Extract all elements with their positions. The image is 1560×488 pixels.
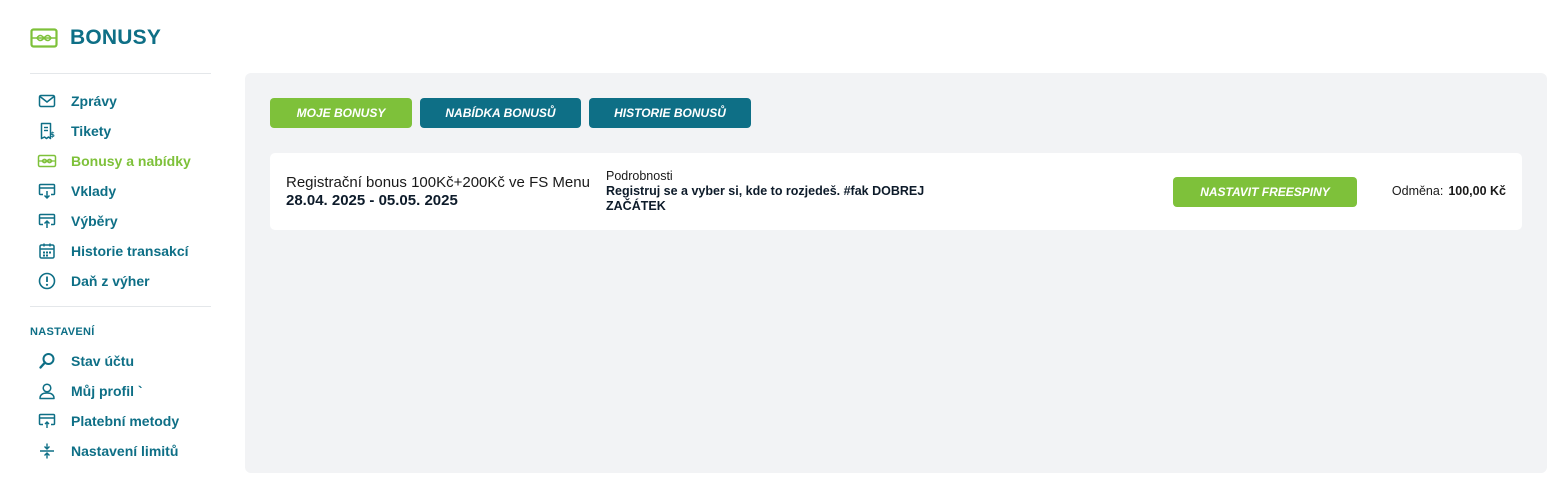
sidebar-item-tickets[interactable]: $ Tikety [30,116,211,146]
set-freespins-button[interactable]: NASTAVIT FREESPINY [1173,177,1357,207]
bonus-name: Registrační bonus 100Kč+200Kč ve FS Menu [286,174,590,191]
sidebar-item-label: Daň z výher [71,273,150,289]
ticket-bow-icon [30,28,58,48]
sidebar-item-profile[interactable]: Můj profil ` [30,376,211,406]
deposit-icon [37,181,57,201]
tab-bonus-offer[interactable]: NABÍDKA BONUSŮ [420,98,581,128]
bonus-card: Registrační bonus 100Kč+200Kč ve FS Menu… [270,153,1522,230]
sidebar-item-label: Historie transakcí [71,243,189,259]
sidebar-item-transaction-history[interactable]: Historie transakcí [30,236,211,266]
sidebar-item-label: Stav účtu [71,353,135,369]
page-title: BONUSY [70,26,162,49]
svg-text:$: $ [50,131,55,139]
page-header: BONUSY [30,26,161,50]
reward-label: Odměna: [1391,184,1444,198]
sidebar-item-label: Zprávy [71,93,117,109]
card-icon [37,411,57,431]
tab-my-bonuses[interactable]: MOJE BONUSY [270,98,412,128]
reward: Odměna: 100,00 Kč [1392,184,1506,198]
details-label: Podrobnosti [606,169,673,183]
ticket-bow-icon [37,151,57,171]
reward-value: 100,00 Kč [1448,184,1506,198]
sidebar-item-label: Nastavení limitů [71,443,179,459]
exclamation-circle-icon [37,271,57,291]
sidebar-nav: Zprávy $ Tikety Bonusy a nabídky Vklady … [30,74,211,306]
sidebar-item-label: Můj profil ` [71,383,143,399]
sidebar-item-bonuses[interactable]: Bonusy a nabídky [30,146,211,176]
sidebar-item-withdrawals[interactable]: Výběry [30,206,211,236]
bonus-dates: 28.04. 2025 - 05.05. 2025 [286,192,458,209]
sidebar-item-label: Vklady [71,183,117,199]
sidebar: Zprávy $ Tikety Bonusy a nabídky Vklady … [30,73,211,466]
user-icon [37,381,57,401]
sidebar-item-limits[interactable]: Nastavení limitů [30,436,211,466]
sidebar-item-account-status[interactable]: Stav účtu [30,346,211,376]
bonus-tabs: MOJE BONUSY NABÍDKA BONUSŮ HISTORIE BONU… [270,98,751,128]
sidebar-item-label: Tikety [71,123,112,139]
sidebar-item-label: Výběry [71,213,118,229]
receipt-icon: $ [37,121,57,141]
sidebar-item-label: Platební metody [71,413,180,429]
sidebar-divider [30,306,211,307]
magnifier-icon [37,351,57,371]
settings-nav: Stav účtu Můj profil ` Platební metody N… [30,346,211,466]
sidebar-item-tax[interactable]: Daň z výher [30,266,211,296]
sidebar-item-payment-methods[interactable]: Platební metody [30,406,211,436]
sidebar-item-messages[interactable]: Zprávy [30,86,211,116]
main-panel: MOJE BONUSY NABÍDKA BONUSŮ HISTORIE BONU… [245,73,1547,473]
settings-section-title: NASTAVENÍ [30,326,95,338]
withdraw-icon [37,211,57,231]
limits-icon [37,441,57,461]
details-text: Registruj se a vyber si, kde to rozjedeš… [606,184,925,213]
calendar-icon [37,241,57,261]
sidebar-item-label: Bonusy a nabídky [71,153,191,169]
tab-bonus-history[interactable]: HISTORIE BONUSŮ [589,98,751,128]
envelope-icon [37,91,57,111]
sidebar-item-deposits[interactable]: Vklady [30,176,211,206]
